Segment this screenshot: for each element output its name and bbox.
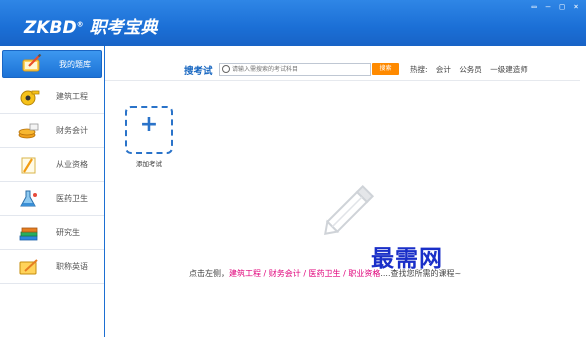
add-exam-label: 添加考试 [136, 160, 162, 168]
window-controls: ▭ – □ × [528, 2, 582, 11]
sidebar-item-label: 从业资格 [56, 160, 88, 169]
certificate-pencil-icon [21, 157, 36, 173]
sidebar-item-label: 职称英语 [56, 262, 88, 271]
hint-prefix: 点击左侧， [189, 269, 229, 278]
hot-search-label: 热搜: [410, 65, 428, 74]
notebook-pencil-icon [22, 54, 42, 72]
logo-registered-mark: ® [76, 20, 84, 29]
watermark: 最需网 [371, 245, 443, 272]
sidebar-item-finance[interactable]: 财务会计 [0, 114, 104, 148]
search-button[interactable]: 搜索 [372, 63, 399, 75]
hint-category-links[interactable]: 建筑工程 / 财务会计 / 医药卫生 / 职业资格 [229, 269, 380, 278]
hot-search-item[interactable]: 公务员 [459, 65, 482, 74]
sidebar-item-label: 财务会计 [56, 126, 88, 135]
sidebar: 我的题库 建筑工程 财务会计 从业资格 医药卫生 研究生 职称英语 [0, 46, 105, 337]
main-content: 搜考试 搜索 热搜: 会计 公务员 一级建造师 + 添加考试 点击左侧，建筑工程… [105, 46, 586, 337]
sidebar-item-label: 建筑工程 [56, 92, 88, 101]
search-icon [222, 65, 230, 73]
app-logo: ZKBD® 职考宝典 [24, 13, 158, 38]
hot-search-item[interactable]: 会计 [436, 65, 451, 74]
pencil-icon [324, 184, 375, 235]
measuring-tape-icon [20, 90, 40, 105]
sidebar-item-postgraduate[interactable]: 研究生 [0, 216, 104, 250]
hot-search-item[interactable]: 一级建造师 [490, 65, 528, 74]
minimize-button[interactable]: – [542, 2, 554, 11]
sidebar-item-my-question-bank[interactable]: 我的题库 [2, 50, 102, 78]
sidebar-item-construction[interactable]: 建筑工程 [0, 80, 104, 114]
search-bar: 搜考试 搜索 热搜: 会计 公务员 一级建造师 [105, 58, 580, 81]
sidebar-item-label: 研究生 [56, 228, 80, 237]
english-pencil-icon [19, 258, 38, 274]
title-bar: ZKBD® 职考宝典 ▭ – □ × [0, 0, 586, 46]
logo-name: 职考宝典 [89, 18, 158, 38]
flask-icon [20, 190, 37, 206]
sidebar-item-label: 我的题库 [59, 59, 91, 69]
maximize-button[interactable]: □ [556, 2, 568, 11]
search-input[interactable] [220, 64, 362, 75]
hot-search: 热搜: 会计 公务员 一级建造师 [410, 64, 534, 75]
skin-button[interactable]: ▭ [528, 2, 540, 11]
close-button[interactable]: × [570, 2, 582, 11]
logo-text: ZKBD [24, 18, 77, 38]
sidebar-item-label: 医药卫生 [56, 194, 88, 203]
search-box[interactable] [219, 63, 371, 76]
search-title: 搜考试 [184, 66, 213, 77]
sidebar-item-professional-english[interactable]: 职称英语 [0, 250, 104, 284]
coins-stack-icon [18, 123, 39, 138]
sidebar-item-qualification[interactable]: 从业资格 [0, 148, 104, 182]
books-icon [19, 227, 38, 240]
sidebar-item-medicine[interactable]: 医药卫生 [0, 182, 104, 216]
add-exam-button[interactable]: + [125, 106, 173, 154]
plus-icon: + [139, 112, 159, 137]
